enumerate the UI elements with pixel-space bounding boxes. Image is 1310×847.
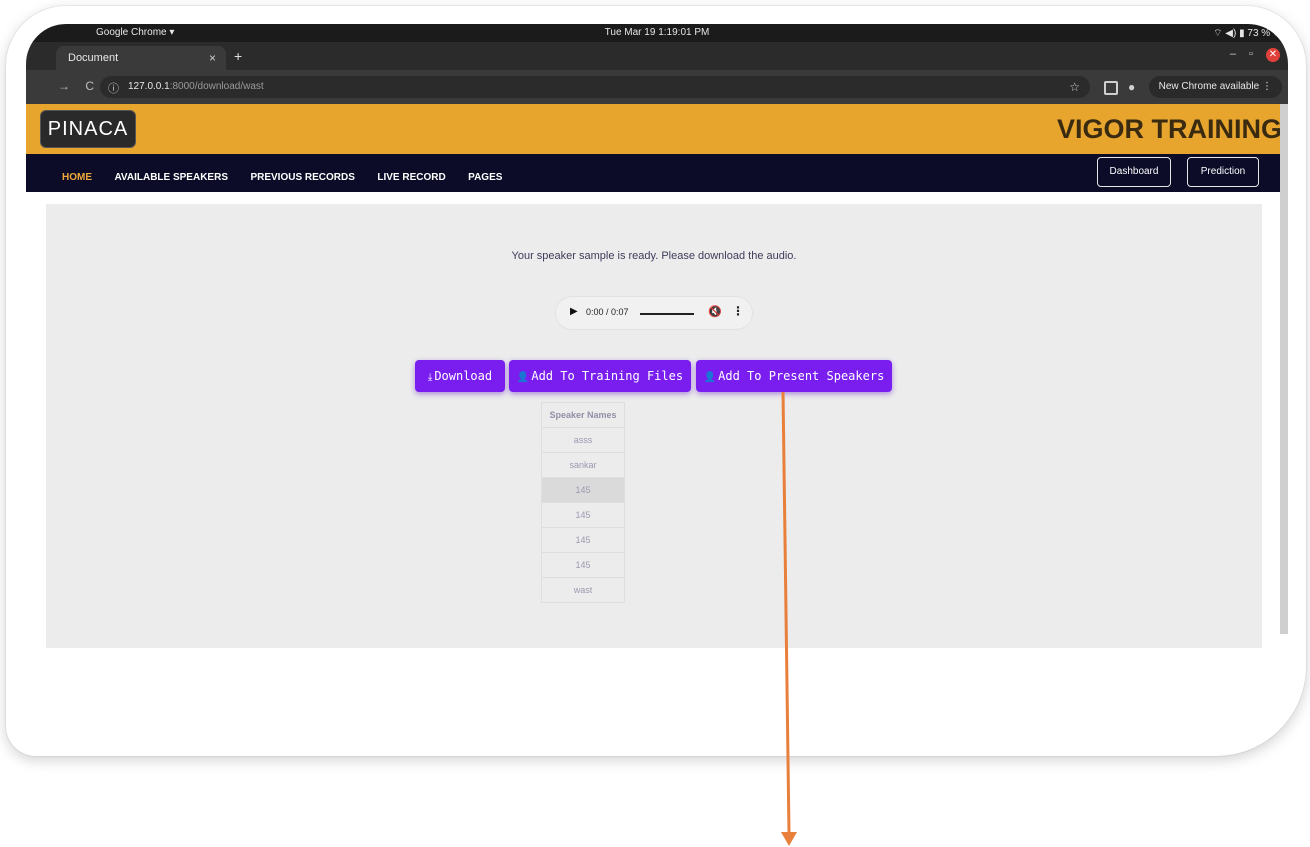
annotation-arrow <box>781 391 797 846</box>
arrow-head <box>781 832 797 846</box>
arrow-shaft <box>781 391 791 834</box>
